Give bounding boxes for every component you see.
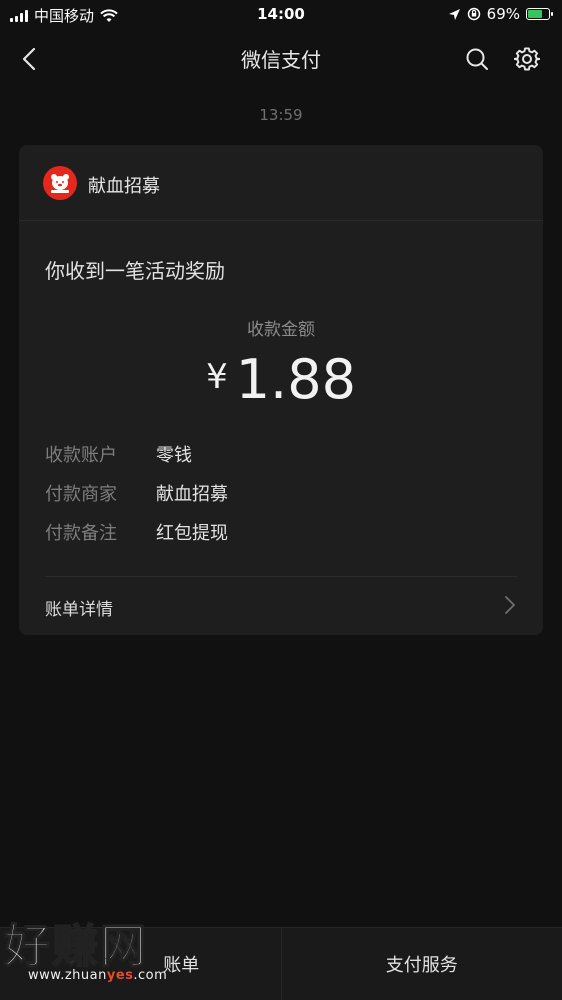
tab-label: 账单 [163, 955, 200, 976]
tab-bills[interactable]: 账单 [0, 928, 281, 1000]
location-icon [448, 8, 460, 20]
detail-value: 献血招募 [156, 484, 228, 505]
payment-message-card[interactable]: 献血招募 你收到一笔活动奖励 收款金额 ¥1.88 收款账户 零钱 付款商家 献… [19, 145, 543, 635]
bear-logo-icon [51, 174, 69, 193]
bill-detail-link[interactable]: 账单详情 [19, 577, 543, 635]
battery-percent: 69% [486, 5, 520, 23]
tab-payment-services[interactable]: 支付服务 [280, 928, 562, 1000]
status-bar: 中国移动 14:00 69% [0, 0, 562, 30]
detail-key: 收款账户 [45, 445, 117, 466]
avatar [43, 166, 77, 200]
tab-label: 支付服务 [385, 955, 458, 976]
nav-bar: 微信支付 [0, 30, 562, 86]
search-icon [466, 48, 488, 70]
amount-label: 收款金额 [247, 320, 315, 340]
amount: ¥1.88 [19, 348, 543, 411]
detail-key: 付款商家 [45, 484, 117, 505]
detail-key: 付款备注 [45, 523, 117, 544]
merchant-header[interactable]: 献血招募 [19, 145, 543, 221]
gear-icon [514, 47, 540, 71]
settings-button[interactable] [512, 44, 542, 74]
chevron-right-icon [505, 596, 515, 614]
detail-row-account: 收款账户 零钱 [45, 441, 192, 466]
bottom-tab-bar: 账单 支付服务 [0, 927, 562, 1000]
status-right: 69% [448, 5, 553, 23]
battery-fill [528, 10, 542, 18]
battery-icon [526, 8, 553, 20]
bill-detail-label: 账单详情 [45, 600, 113, 620]
message-timestamp: 13:59 [259, 106, 303, 124]
detail-value: 红包提现 [156, 523, 228, 544]
amount-value: 1.88 [235, 348, 356, 411]
orientation-lock-icon [467, 7, 480, 21]
message-heading: 你收到一笔活动奖励 [45, 259, 225, 283]
currency-symbol: ¥ [206, 357, 228, 397]
merchant-name: 献血招募 [88, 176, 160, 197]
detail-row-merchant: 付款商家 献血招募 [45, 480, 228, 505]
detail-row-note: 付款备注 红包提现 [45, 519, 228, 544]
search-button[interactable] [462, 44, 492, 74]
detail-value: 零钱 [156, 445, 192, 466]
